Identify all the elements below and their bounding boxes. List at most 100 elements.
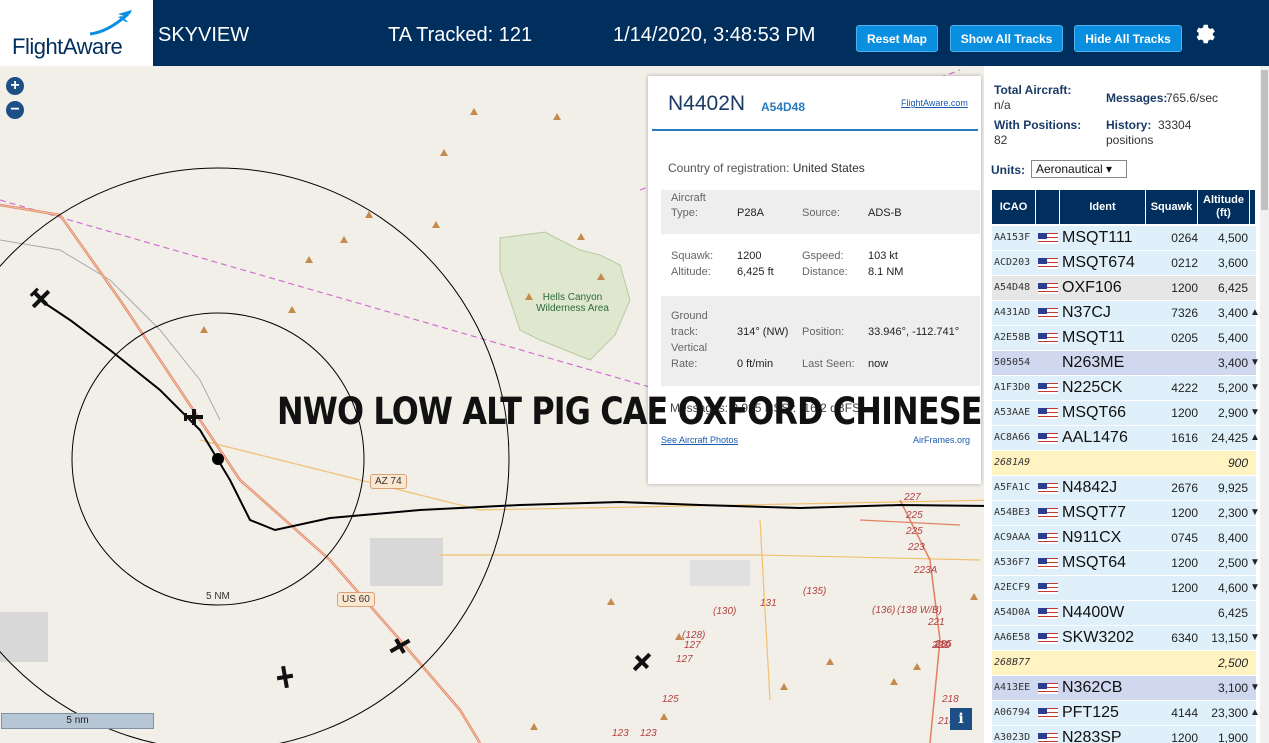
row-icao: A54BE3 bbox=[994, 507, 1031, 518]
hide-all-tracks-button[interactable]: Hide All Tracks bbox=[1074, 25, 1182, 52]
table-row[interactable]: AC8A66 AAL1476 1616 24,425 ▲ bbox=[992, 426, 1260, 451]
panel-scrollbar-thumb[interactable] bbox=[1261, 70, 1268, 210]
table-row[interactable]: AC9AAA N911CX 0745 8,400 bbox=[992, 526, 1256, 551]
country-label: Country of registration: bbox=[668, 161, 790, 175]
total-aircraft-value: n/a bbox=[994, 98, 1011, 112]
row-trend-icon: ▲ bbox=[1250, 707, 1260, 718]
row-trend-icon: ▼ bbox=[1250, 632, 1260, 643]
table-row[interactable]: A54D48 OXF106 1200 6,425 bbox=[992, 276, 1256, 301]
aircraft-list-panel: Total Aircraft: n/a Messages: 765.6/sec … bbox=[984, 66, 1260, 743]
row-icao: A5FA1C bbox=[994, 482, 1031, 493]
table-row[interactable]: A2ECF9 1200 4,600 ▼ bbox=[992, 576, 1260, 601]
table-row[interactable]: A06794 PFT125 4144 23,300 ▲ bbox=[992, 701, 1260, 726]
row-trend-icon: ▼ bbox=[1250, 357, 1260, 368]
row-altitude: 6,425 bbox=[1217, 281, 1248, 295]
row-altitude: 6,425 bbox=[1217, 606, 1248, 620]
table-row[interactable]: A5FA1C N4842J 2676 9,925 bbox=[992, 476, 1256, 501]
col-ident[interactable]: Ident bbox=[1060, 190, 1146, 224]
highway-number: 225 bbox=[906, 510, 923, 521]
highway-number: 223 bbox=[908, 542, 925, 553]
row-ident: N225CK bbox=[1062, 379, 1123, 396]
table-row[interactable]: A3023D N283SP 1200 1,900 bbox=[992, 726, 1256, 743]
row-icao: AA6E58 bbox=[994, 632, 1031, 643]
highway-number: 235 bbox=[935, 639, 952, 650]
row-icao: A431AD bbox=[994, 307, 1031, 318]
zoom-in-button[interactable]: + bbox=[6, 77, 24, 95]
col-flag[interactable] bbox=[1036, 190, 1060, 224]
distance-label: Distance: bbox=[802, 266, 848, 278]
with-positions-label: With Positions: bbox=[994, 118, 1082, 132]
row-ident: MSQT111 bbox=[1062, 229, 1133, 246]
aircraft-photos-link[interactable]: See Aircraft Photos bbox=[661, 435, 738, 445]
row-trend-icon: ▼ bbox=[1250, 557, 1260, 568]
highway-number: 225 bbox=[906, 526, 923, 537]
table-row[interactable]: 2681A9 900 bbox=[992, 451, 1256, 476]
highway-number: (136) bbox=[872, 605, 896, 616]
minor-road bbox=[759, 519, 771, 701]
row-trend-icon: ▼ bbox=[1250, 582, 1260, 593]
row-squawk: 4222 bbox=[1171, 381, 1198, 395]
country-value: United States bbox=[792, 161, 865, 175]
messages-value: 765.6/sec bbox=[1166, 91, 1219, 105]
reset-map-button[interactable]: Reset Map bbox=[856, 25, 938, 52]
us60-highway bbox=[0, 203, 482, 743]
position-label: Position: bbox=[802, 326, 845, 338]
units-select[interactable]: Aeronautical ▾ bbox=[1031, 160, 1127, 178]
table-row[interactable]: A53AAE MSQT66 1200 2,900 ▼ bbox=[992, 401, 1260, 426]
popup-divider bbox=[652, 129, 978, 131]
track-position-block: Ground track: 314° (NW) Position: 33.946… bbox=[661, 296, 980, 386]
row-altitude: 8,400 bbox=[1217, 531, 1248, 545]
minor-road bbox=[440, 554, 981, 561]
flightaware-link[interactable]: FlightAware.com bbox=[901, 98, 968, 108]
ground-track-label-1: Ground bbox=[671, 310, 708, 322]
table-row[interactable]: 505054 N263ME 3,400 ▼ bbox=[992, 351, 1260, 376]
gspeed-value: 103 kt bbox=[868, 250, 898, 262]
row-trend-icon: ▼ bbox=[1250, 407, 1260, 418]
table-row[interactable]: A1F3D0 N225CK 4222 5,200 ▼ bbox=[992, 376, 1260, 401]
row-altitude: 5,400 bbox=[1217, 331, 1248, 345]
table-row[interactable]: A536F7 MSQT64 1200 2,500 ▼ bbox=[992, 551, 1260, 576]
az74-shield: AZ 74 bbox=[370, 474, 407, 489]
table-row[interactable]: A413EE N362CB 3,100 ▼ bbox=[992, 676, 1260, 701]
row-squawk: 1200 bbox=[1171, 406, 1198, 420]
us-flag-icon bbox=[1038, 558, 1058, 569]
table-row[interactable]: ACD203 MSQT674 0212 3,600 bbox=[992, 251, 1256, 276]
us-flag-icon bbox=[1038, 633, 1058, 644]
table-row[interactable]: A2E58B MSQT11 0205 5,400 bbox=[992, 326, 1256, 351]
urban-block bbox=[690, 560, 750, 586]
table-row[interactable]: A54BE3 MSQT77 1200 2,300 ▼ bbox=[992, 501, 1260, 526]
aircraft-icon bbox=[389, 638, 411, 654]
row-altitude: 2,500 bbox=[1217, 556, 1248, 570]
logo-text: FlightAware bbox=[12, 34, 123, 59]
us60-highway bbox=[0, 204, 481, 743]
zoom-out-button[interactable]: − bbox=[6, 101, 24, 119]
info-icon[interactable]: i bbox=[950, 708, 972, 730]
gear-icon[interactable] bbox=[1193, 22, 1217, 46]
airframes-link[interactable]: AirFrames.org bbox=[913, 435, 970, 445]
squawk-value: 1200 bbox=[737, 250, 762, 262]
row-ident: MSQT64 bbox=[1062, 554, 1127, 571]
us-flag-icon bbox=[1038, 233, 1058, 244]
row-icao: A53AAE bbox=[994, 407, 1031, 418]
row-trend-icon: ▲ bbox=[1250, 432, 1260, 443]
flightaware-logo[interactable]: FlightAware bbox=[0, 0, 153, 66]
highway-number: 131 bbox=[760, 598, 777, 609]
urban-block bbox=[370, 538, 443, 586]
row-icao: AC8A66 bbox=[994, 432, 1031, 443]
table-row[interactable]: AA6E58 SKW3202 6340 13,150 ▼ bbox=[992, 626, 1260, 651]
highway-number: 223A bbox=[914, 565, 938, 576]
table-row[interactable]: 268B77 2,500 bbox=[992, 651, 1256, 676]
highway-number: 127 bbox=[676, 654, 693, 665]
table-row[interactable]: A54D0A N4400W 6,425 bbox=[992, 601, 1256, 626]
row-trend-icon: ▼ bbox=[1250, 382, 1260, 393]
row-squawk: 4144 bbox=[1171, 706, 1198, 720]
table-row[interactable]: AA153F MSQT111 0264 4,500 bbox=[992, 226, 1256, 251]
col-altitude[interactable]: Altitude (ft) bbox=[1198, 190, 1250, 224]
receiver-location bbox=[212, 453, 224, 465]
table-row[interactable]: A431AD N37CJ 7326 3,400 ▲ bbox=[992, 301, 1260, 326]
show-all-tracks-button[interactable]: Show All Tracks bbox=[950, 25, 1063, 52]
range-ring-label: 5 NM bbox=[206, 591, 230, 602]
col-squawk[interactable]: Squawk bbox=[1146, 190, 1198, 224]
us-flag-icon bbox=[1038, 683, 1058, 694]
col-icao[interactable]: ICAO bbox=[992, 190, 1036, 224]
